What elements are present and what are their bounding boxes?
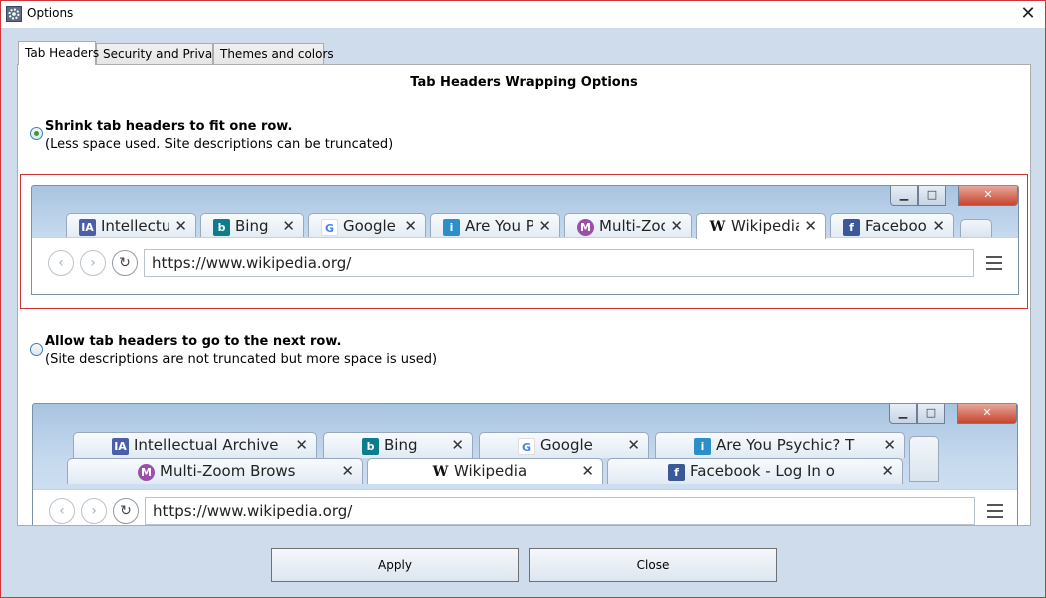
- tab-title: Are You Psychic? T: [716, 436, 855, 454]
- favicon-icon: f: [843, 219, 860, 236]
- browser-tab: b Bing ✕: [323, 432, 473, 458]
- tab-close-icon: ✕: [932, 217, 945, 235]
- tab-title: Multi-Zoom Brows: [160, 462, 296, 480]
- browser-tab: G Google ✕: [308, 213, 426, 239]
- forward-icon: ›: [80, 250, 106, 276]
- option-shrink-label[interactable]: Shrink tab headers to fit one row.: [45, 119, 292, 134]
- window-title: Options: [27, 6, 74, 20]
- tab-close-icon: ✕: [538, 217, 551, 235]
- favicon-icon: G: [518, 438, 535, 455]
- tab-close-icon: ✕: [451, 436, 464, 454]
- tab-close-icon: ✕: [174, 217, 187, 235]
- tab-close-icon: ✕: [883, 436, 896, 454]
- close-icon[interactable]: ✕: [1017, 3, 1039, 25]
- browser-toolbar: ‹ › ↻ https://www.wikipedia.org/: [32, 237, 1018, 294]
- browser-tab: IA Intellectual Archive ✕: [73, 432, 317, 458]
- minimize-icon: ▁: [890, 186, 918, 206]
- browser-tab: IA Intellectual Archive ✕: [66, 213, 196, 239]
- tab-title: Multi-Zoom Brows: [599, 217, 665, 235]
- browser-tab: i Are You Psychic? T ✕: [655, 432, 905, 458]
- browser-toolbar: ‹ › ↻ https://www.wikipedia.org/: [33, 489, 1017, 525]
- tab-title: Intellectual Archive: [134, 436, 279, 454]
- browser-preview: ▁ □ ✕ IA Intellectual Archive ✕ b Bing ✕…: [32, 403, 1018, 525]
- tab-close-icon: ✕: [881, 462, 894, 480]
- maximize-icon: □: [918, 186, 946, 206]
- window-close-icon: ✕: [958, 186, 1018, 206]
- favicon-icon: b: [213, 219, 230, 236]
- favicon-icon: W: [709, 219, 726, 236]
- tab-tab-headers[interactable]: Tab Headers: [18, 41, 99, 65]
- tab-title: Intellectual Archive: [101, 217, 169, 235]
- menu-icon: [986, 256, 1002, 274]
- apply-button[interactable]: Apply: [271, 548, 519, 582]
- address-bar: https://www.wikipedia.org/: [144, 249, 974, 277]
- reload-icon: ↻: [113, 498, 139, 524]
- browser-tab: f Facebook - Log In o ✕: [607, 458, 903, 484]
- browser-tab: i Are You Psychic? T ✕: [430, 213, 560, 239]
- close-button[interactable]: Close: [529, 548, 777, 582]
- browser-tab: M Multi-Zoom Brows ✕: [564, 213, 692, 239]
- preview-single-row: ▁ □ ✕ IA Intellectual Archive ✕ b Bing ✕…: [20, 174, 1028, 309]
- favicon-icon: b: [362, 438, 379, 455]
- favicon-icon: M: [138, 464, 155, 481]
- option-wrap-label[interactable]: Allow tab headers to go to the next row.: [45, 334, 341, 349]
- preview-multi-row: ▁ □ ✕ IA Intellectual Archive ✕ b Bing ✕…: [32, 401, 1018, 525]
- tab-title: Facebook - Log In o: [690, 462, 835, 480]
- menu-icon: [987, 504, 1003, 522]
- tab-title: Bing: [384, 436, 418, 454]
- maximize-icon: □: [917, 404, 945, 424]
- reload-icon: ↻: [112, 250, 138, 276]
- browser-tab: M Multi-Zoom Brows ✕: [67, 458, 363, 484]
- section-title: Tab Headers Wrapping Options: [410, 75, 638, 90]
- option-wrap-desc: (Site descriptions are not truncated but…: [45, 352, 438, 367]
- browser-tab: b Bing ✕: [200, 213, 304, 239]
- new-tab-button: [909, 436, 939, 482]
- tab-close-icon: ✕: [282, 217, 295, 235]
- browser-tab: f Facebook ✕: [830, 213, 954, 239]
- tab-close-icon: ✕: [804, 217, 817, 235]
- favicon-icon: f: [668, 464, 685, 481]
- titlebar: Options ✕: [1, 1, 1045, 28]
- radio-shrink-tabs[interactable]: [30, 127, 43, 140]
- browser-tab: G Google ✕: [479, 432, 649, 458]
- new-tab-button: [960, 219, 992, 239]
- tab-title: Bing: [235, 217, 269, 235]
- favicon-icon: i: [443, 219, 460, 236]
- gear-icon: [6, 6, 22, 22]
- option-shrink-desc: (Less space used. Site descriptions can …: [45, 137, 394, 152]
- back-icon: ‹: [49, 498, 75, 524]
- minimize-icon: ▁: [889, 404, 917, 424]
- favicon-icon: i: [694, 438, 711, 455]
- tab-title: Wikipedia: [454, 462, 528, 480]
- options-window: Options ✕ Tab Headers Security and Priva…: [0, 0, 1046, 598]
- window-close-icon: ✕: [957, 404, 1017, 424]
- tab-title: Are You Psychic? T: [465, 217, 533, 235]
- tab-close-icon: ✕: [341, 462, 354, 480]
- browser-tab-active: W Wikipedia ✕: [696, 213, 826, 239]
- favicon-icon: IA: [79, 219, 96, 236]
- tab-close-icon: ✕: [404, 217, 417, 235]
- tab-title: Wikipedia: [731, 217, 799, 235]
- tab-close-icon: ✕: [670, 217, 683, 235]
- tab-close-icon: ✕: [627, 436, 640, 454]
- favicon-icon: IA: [112, 438, 129, 455]
- tab-themes-and-colors[interactable]: Themes and colors: [213, 43, 334, 65]
- favicon-icon: W: [432, 464, 449, 481]
- tab-title: Facebook: [865, 217, 927, 235]
- browser-preview: ▁ □ ✕ IA Intellectual Archive ✕ b Bing ✕…: [31, 185, 1019, 295]
- favicon-icon: M: [577, 219, 594, 236]
- browser-tab-active: W Wikipedia ✕: [367, 458, 603, 484]
- tab-title: Google: [343, 217, 396, 235]
- tab-close-icon: ✕: [295, 436, 308, 454]
- tab-title: Google: [540, 436, 593, 454]
- forward-icon: ›: [81, 498, 107, 524]
- radio-wrap-tabs[interactable]: [30, 343, 43, 356]
- tab-panel: Tab Headers Wrapping Options Shrink tab …: [17, 64, 1031, 526]
- tab-security-and-privacy[interactable]: Security and Privacy: [96, 43, 226, 65]
- tab-close-icon: ✕: [581, 462, 594, 480]
- favicon-icon: G: [321, 219, 338, 236]
- address-bar: https://www.wikipedia.org/: [145, 497, 975, 525]
- back-icon: ‹: [48, 250, 74, 276]
